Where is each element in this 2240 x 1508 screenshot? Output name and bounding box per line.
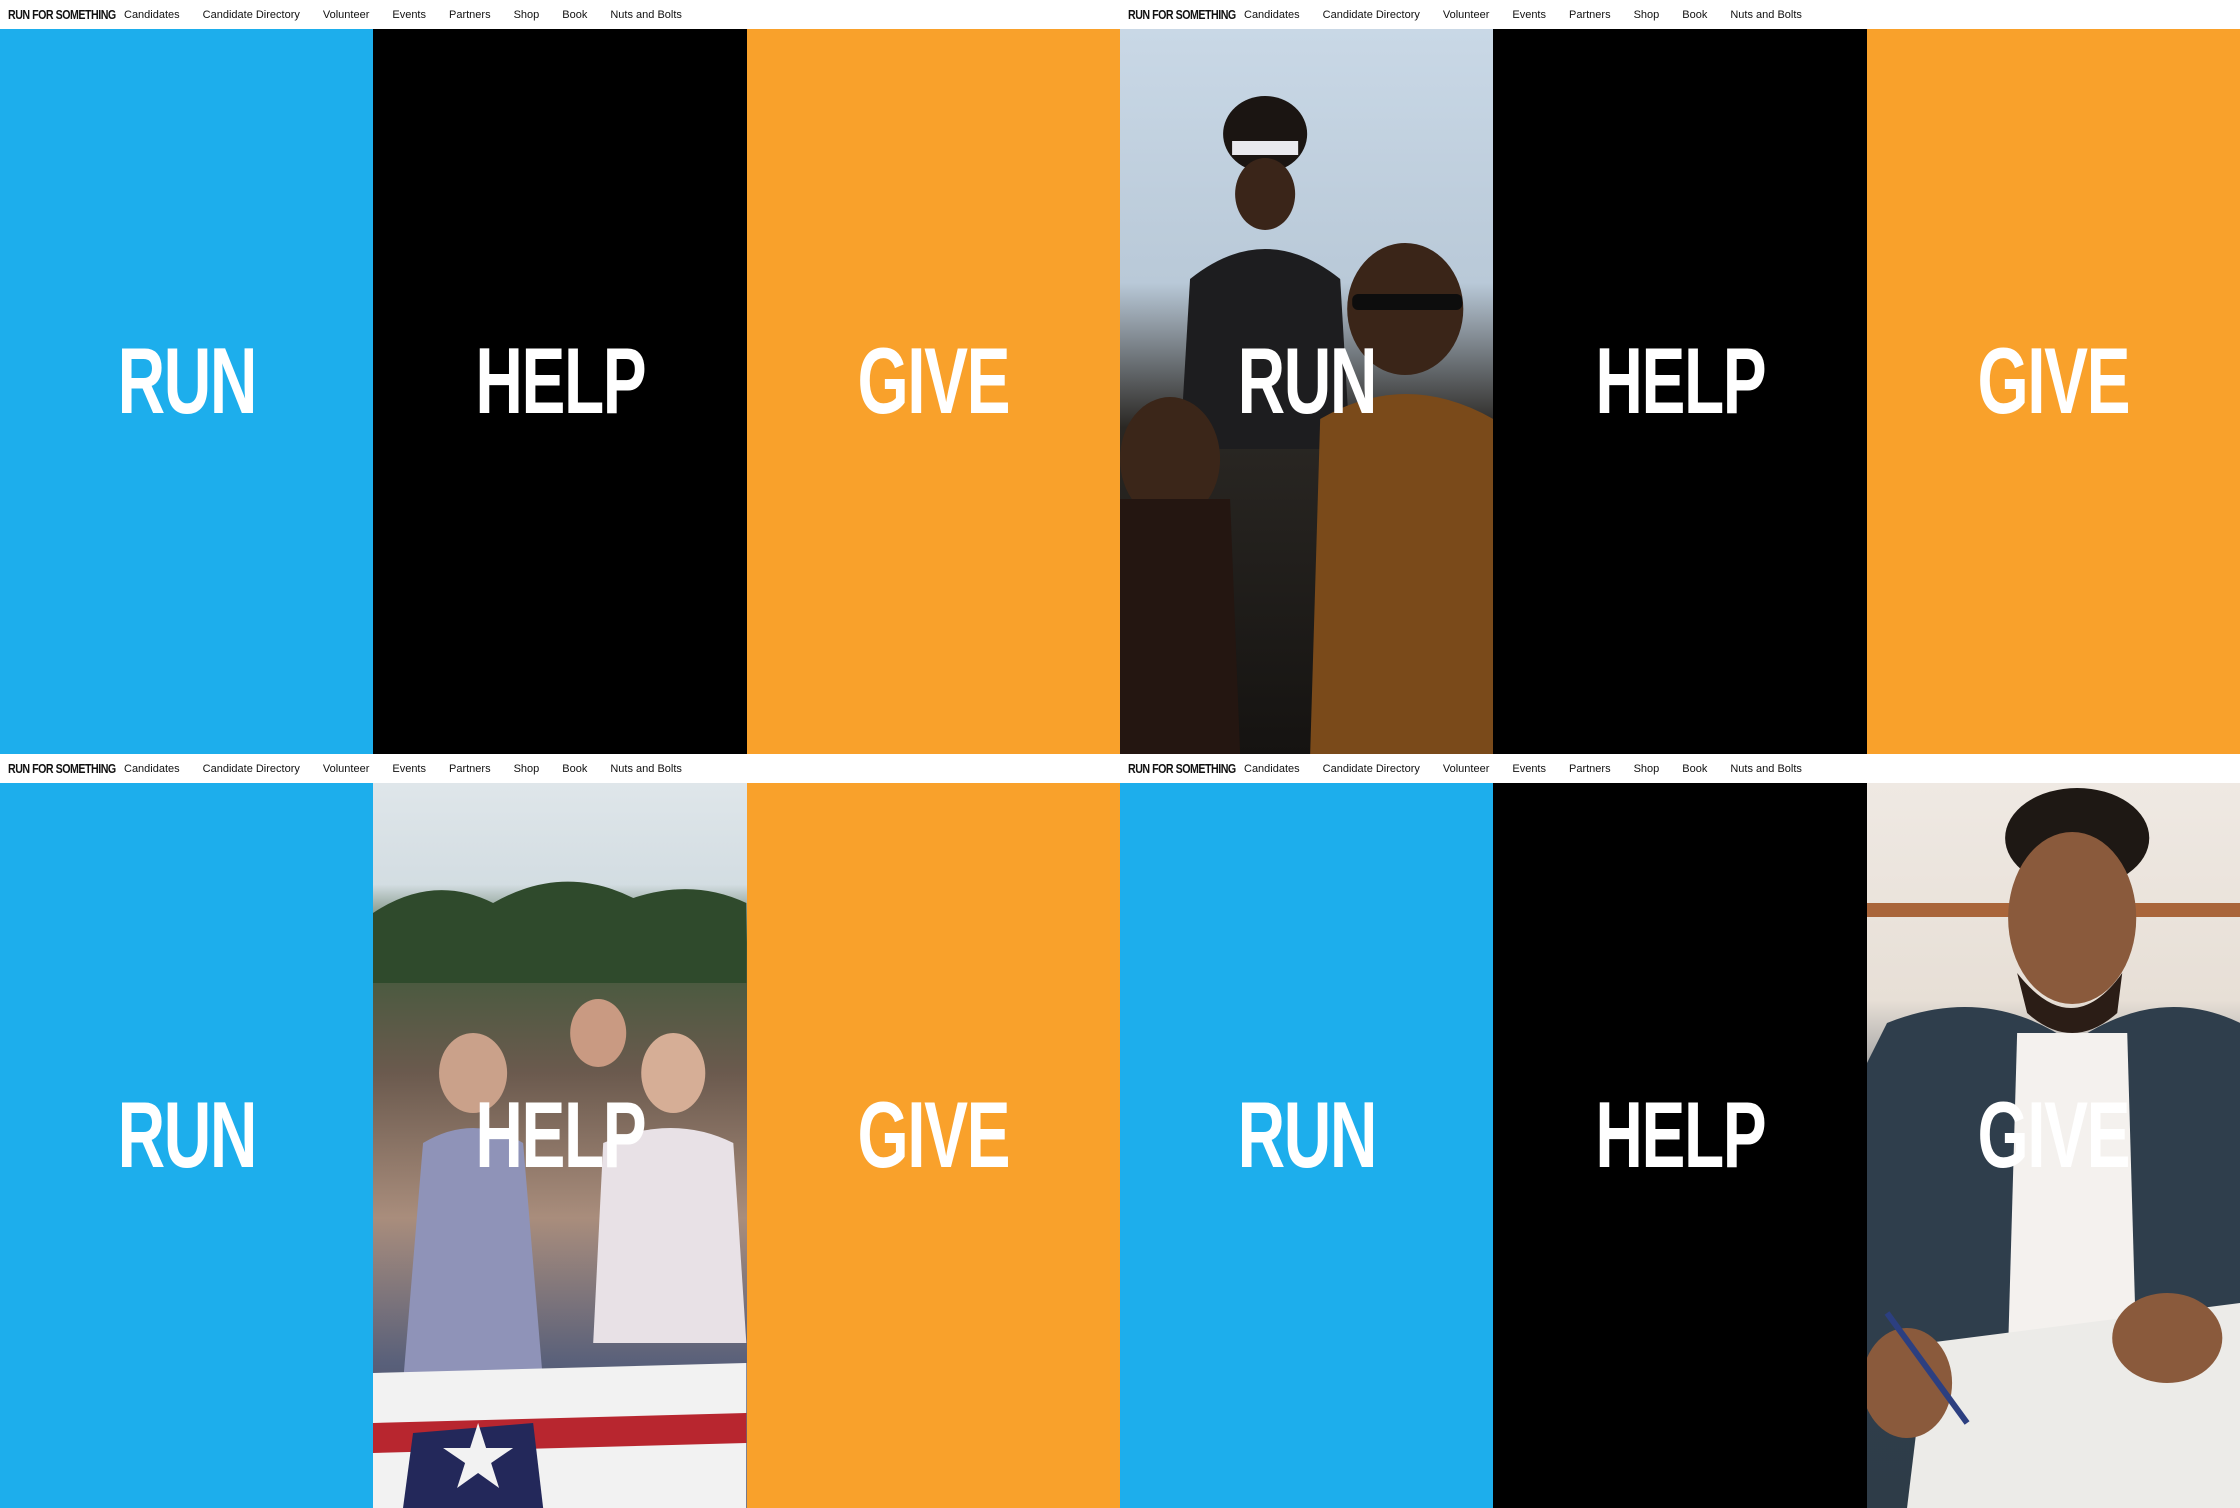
give-label: GIVE [857, 327, 1010, 433]
nav-link-nuts-and-bolts[interactable]: Nuts and Bolts [610, 9, 682, 21]
nav-link-nuts-and-bolts[interactable]: Nuts and Bolts [610, 763, 682, 775]
give-label: GIVE [1977, 327, 2130, 433]
help-panel[interactable]: HELP [373, 783, 747, 1508]
hero-panels: RUN HELP GIVE [0, 29, 1120, 754]
help-label: HELP [1595, 327, 1766, 433]
site-logo[interactable]: RUN FOR SOMETHING [8, 761, 116, 776]
nav-link-book[interactable]: Book [1682, 9, 1707, 21]
nav-link-candidate-directory[interactable]: Candidate Directory [1323, 763, 1420, 775]
help-label: HELP [1595, 1081, 1766, 1187]
nav-link-partners[interactable]: Partners [449, 763, 491, 775]
nav-link-candidates[interactable]: Candidates [124, 763, 180, 775]
nav-link-partners[interactable]: Partners [1569, 763, 1611, 775]
site-logo[interactable]: RUN FOR SOMETHING [1128, 7, 1236, 22]
nav-link-nuts-and-bolts[interactable]: Nuts and Bolts [1730, 9, 1802, 21]
run-panel[interactable]: RUN [0, 783, 374, 1508]
top-navigation: RUN FOR SOMETHING Candidates Candidate D… [1120, 0, 2240, 29]
nav-link-events[interactable]: Events [392, 9, 426, 21]
give-panel[interactable]: GIVE [1866, 783, 2240, 1508]
hero-panels: RUN HELP GIVE [1120, 29, 2240, 754]
run-label: RUN [117, 1081, 257, 1187]
run-panel[interactable]: RUN [1120, 783, 1494, 1508]
top-navigation: RUN FOR SOMETHING Candidates Candidate D… [0, 0, 1120, 29]
nav-link-candidate-directory[interactable]: Candidate Directory [203, 9, 300, 21]
give-panel[interactable]: GIVE [1866, 29, 2240, 754]
nav-link-shop[interactable]: Shop [514, 763, 540, 775]
nav-link-candidate-directory[interactable]: Candidate Directory [1323, 9, 1420, 21]
nav-link-volunteer[interactable]: Volunteer [1443, 763, 1489, 775]
run-label: RUN [117, 327, 257, 433]
nav-link-nuts-and-bolts[interactable]: Nuts and Bolts [1730, 763, 1802, 775]
nav-link-volunteer[interactable]: Volunteer [323, 9, 369, 21]
run-label: RUN [1237, 1081, 1377, 1187]
hero-panels: RUN HELP GIVE [1120, 783, 2240, 1508]
nav-link-volunteer[interactable]: Volunteer [1443, 9, 1489, 21]
run-panel[interactable]: RUN [1120, 29, 1494, 754]
nav-link-events[interactable]: Events [392, 763, 426, 775]
help-panel[interactable]: HELP [1493, 29, 1867, 754]
nav-link-candidates[interactable]: Candidates [1244, 9, 1300, 21]
nav-link-events[interactable]: Events [1512, 763, 1546, 775]
nav-link-book[interactable]: Book [1682, 763, 1707, 775]
hero-panels: RUN HELP GIVE [0, 783, 1120, 1508]
site-logo[interactable]: RUN FOR SOMETHING [1128, 761, 1236, 776]
help-panel[interactable]: HELP [1493, 783, 1867, 1508]
give-panel[interactable]: GIVE [746, 29, 1120, 754]
run-label: RUN [1237, 327, 1377, 433]
nav-link-shop[interactable]: Shop [1634, 763, 1660, 775]
give-panel[interactable]: GIVE [746, 783, 1120, 1508]
nav-link-book[interactable]: Book [562, 763, 587, 775]
nav-link-candidate-directory[interactable]: Candidate Directory [203, 763, 300, 775]
nav-link-partners[interactable]: Partners [449, 9, 491, 21]
site-logo[interactable]: RUN FOR SOMETHING [8, 7, 116, 22]
run-panel[interactable]: RUN [0, 29, 374, 754]
screenshot-run-hover-state: RUN FOR SOMETHING Candidates Candidate D… [1120, 0, 2240, 754]
nav-link-candidates[interactable]: Candidates [1244, 763, 1300, 775]
give-label: GIVE [1977, 1081, 2130, 1187]
nav-link-partners[interactable]: Partners [1569, 9, 1611, 21]
screenshot-default-state: RUN FOR SOMETHING Candidates Candidate D… [0, 0, 1120, 754]
help-label: HELP [475, 327, 646, 433]
screenshot-give-hover-state: RUN FOR SOMETHING Candidates Candidate D… [1120, 754, 2240, 1508]
nav-link-events[interactable]: Events [1512, 9, 1546, 21]
screenshot-help-hover-state: RUN FOR SOMETHING Candidates Candidate D… [0, 754, 1120, 1508]
nav-link-shop[interactable]: Shop [514, 9, 540, 21]
nav-link-volunteer[interactable]: Volunteer [323, 763, 369, 775]
nav-link-book[interactable]: Book [562, 9, 587, 21]
give-label: GIVE [857, 1081, 1010, 1187]
top-navigation: RUN FOR SOMETHING Candidates Candidate D… [1120, 754, 2240, 783]
nav-link-candidates[interactable]: Candidates [124, 9, 180, 21]
help-label: HELP [475, 1081, 646, 1187]
top-navigation: RUN FOR SOMETHING Candidates Candidate D… [0, 754, 1120, 783]
nav-link-shop[interactable]: Shop [1634, 9, 1660, 21]
help-panel[interactable]: HELP [373, 29, 747, 754]
